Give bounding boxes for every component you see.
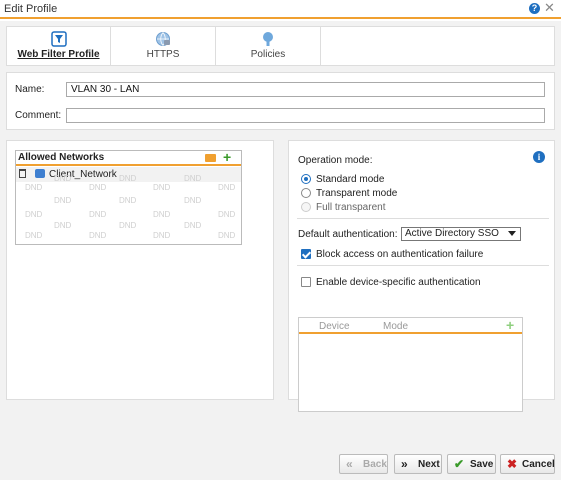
dialog-body: Web Filter Profile HTTPS Policies Name: … bbox=[0, 21, 561, 480]
dnd-placeholder: DND bbox=[119, 174, 137, 183]
tab-https[interactable]: HTTPS bbox=[111, 27, 216, 65]
add-device-icon: + bbox=[506, 317, 515, 333]
cancel-x-icon: ✖ bbox=[507, 457, 518, 471]
trash-icon[interactable] bbox=[19, 169, 26, 178]
dnd-placeholder: DND bbox=[153, 231, 171, 240]
transparent-mode-label[interactable]: Transparent mode bbox=[316, 188, 397, 199]
dnd-placeholder: DND bbox=[119, 221, 137, 230]
divider bbox=[297, 265, 549, 266]
dnd-placeholder: DND bbox=[153, 210, 171, 219]
dnd-placeholder: DND bbox=[119, 196, 137, 205]
dnd-placeholder: DND bbox=[184, 174, 202, 183]
dnd-placeholder: DND bbox=[54, 196, 72, 205]
dnd-placeholder: DND bbox=[25, 231, 43, 240]
default-auth-value: Active Directory SSO bbox=[405, 228, 499, 239]
settings-panel: Operation mode: i Standard mode Transpar… bbox=[288, 140, 555, 412]
network-icon bbox=[35, 169, 45, 178]
tab-label: Web Filter Profile bbox=[17, 49, 100, 60]
check-icon: ✔ bbox=[454, 457, 465, 471]
title-bar: Edit Profile ? ✕ bbox=[0, 0, 561, 19]
cancel-button[interactable]: ✖ Cancel bbox=[500, 454, 555, 474]
column-header-mode: Mode bbox=[383, 321, 409, 332]
back-button: « Back bbox=[339, 454, 388, 474]
divider bbox=[297, 218, 549, 219]
chevron-down-icon bbox=[508, 231, 516, 236]
dnd-placeholder: DND bbox=[218, 210, 236, 219]
comment-label: Comment: bbox=[15, 110, 62, 121]
comment-input[interactable] bbox=[66, 108, 545, 123]
policy-pin-icon bbox=[263, 32, 273, 46]
double-chevron-left-icon: « bbox=[346, 457, 353, 471]
name-input[interactable] bbox=[66, 82, 545, 97]
dnd-placeholder: DND bbox=[54, 174, 72, 183]
default-auth-label: Default authentication: bbox=[298, 229, 398, 240]
add-network-icon[interactable]: + bbox=[223, 150, 231, 164]
block-access-label[interactable]: Block access on authentication failure bbox=[316, 249, 483, 260]
dnd-placeholder: DND bbox=[153, 183, 171, 192]
default-auth-select[interactable]: Active Directory SSO bbox=[401, 227, 521, 241]
transparent-mode-radio[interactable] bbox=[301, 188, 311, 198]
dnd-placeholder: DND bbox=[218, 183, 236, 192]
allowed-networks-header: Allowed Networks + bbox=[16, 150, 241, 166]
dnd-placeholder: DND bbox=[54, 221, 72, 230]
tab-label: Policies bbox=[250, 49, 286, 60]
device-auth-label[interactable]: Enable device-specific authentication bbox=[316, 277, 481, 288]
full-transparent-label: Full transparent bbox=[316, 202, 386, 213]
general-fields: Name: Comment: bbox=[6, 72, 555, 130]
globe-icon bbox=[156, 32, 170, 46]
dnd-placeholder: DND bbox=[89, 231, 107, 240]
dnd-placeholder: DND bbox=[218, 231, 236, 240]
window-title: Edit Profile bbox=[4, 3, 58, 15]
info-icon[interactable]: i bbox=[533, 151, 545, 163]
allowed-networks-title: Allowed Networks bbox=[18, 152, 105, 163]
tab-policies[interactable]: Policies bbox=[216, 27, 321, 65]
dnd-placeholder: DND bbox=[89, 183, 107, 192]
folder-icon[interactable] bbox=[205, 154, 216, 162]
device-table: Device Mode + bbox=[298, 317, 523, 412]
filter-icon bbox=[50, 31, 67, 47]
name-label: Name: bbox=[15, 84, 45, 95]
allowed-networks-list: Allowed Networks + Client_Network DND DN… bbox=[15, 150, 242, 245]
standard-mode-radio[interactable] bbox=[301, 174, 311, 184]
tab-bar: Web Filter Profile HTTPS Policies bbox=[6, 26, 555, 66]
block-access-checkbox[interactable] bbox=[301, 249, 311, 259]
dnd-placeholder: DND bbox=[25, 183, 43, 192]
dnd-placeholder: DND bbox=[25, 210, 43, 219]
device-table-header: Device Mode + bbox=[299, 318, 522, 334]
networks-panel: Allowed Networks + Client_Network DND DN… bbox=[6, 140, 274, 400]
next-button[interactable]: » Next bbox=[394, 454, 442, 474]
standard-mode-label[interactable]: Standard mode bbox=[316, 174, 384, 185]
tab-label: HTTPS bbox=[146, 49, 180, 60]
help-icon[interactable]: ? bbox=[529, 3, 540, 14]
double-chevron-right-icon: » bbox=[401, 457, 408, 471]
close-icon[interactable]: ✕ bbox=[544, 1, 555, 15]
dnd-placeholder: DND bbox=[184, 196, 202, 205]
operation-mode-label: Operation mode: bbox=[298, 155, 373, 166]
save-button[interactable]: ✔ Save bbox=[447, 454, 496, 474]
device-auth-checkbox[interactable] bbox=[301, 277, 311, 287]
column-header-device: Device bbox=[319, 321, 350, 332]
full-transparent-radio bbox=[301, 202, 311, 212]
dnd-placeholder: DND bbox=[184, 221, 202, 230]
tab-web-filter-profile[interactable]: Web Filter Profile bbox=[7, 27, 111, 65]
dnd-placeholder: DND bbox=[89, 210, 107, 219]
